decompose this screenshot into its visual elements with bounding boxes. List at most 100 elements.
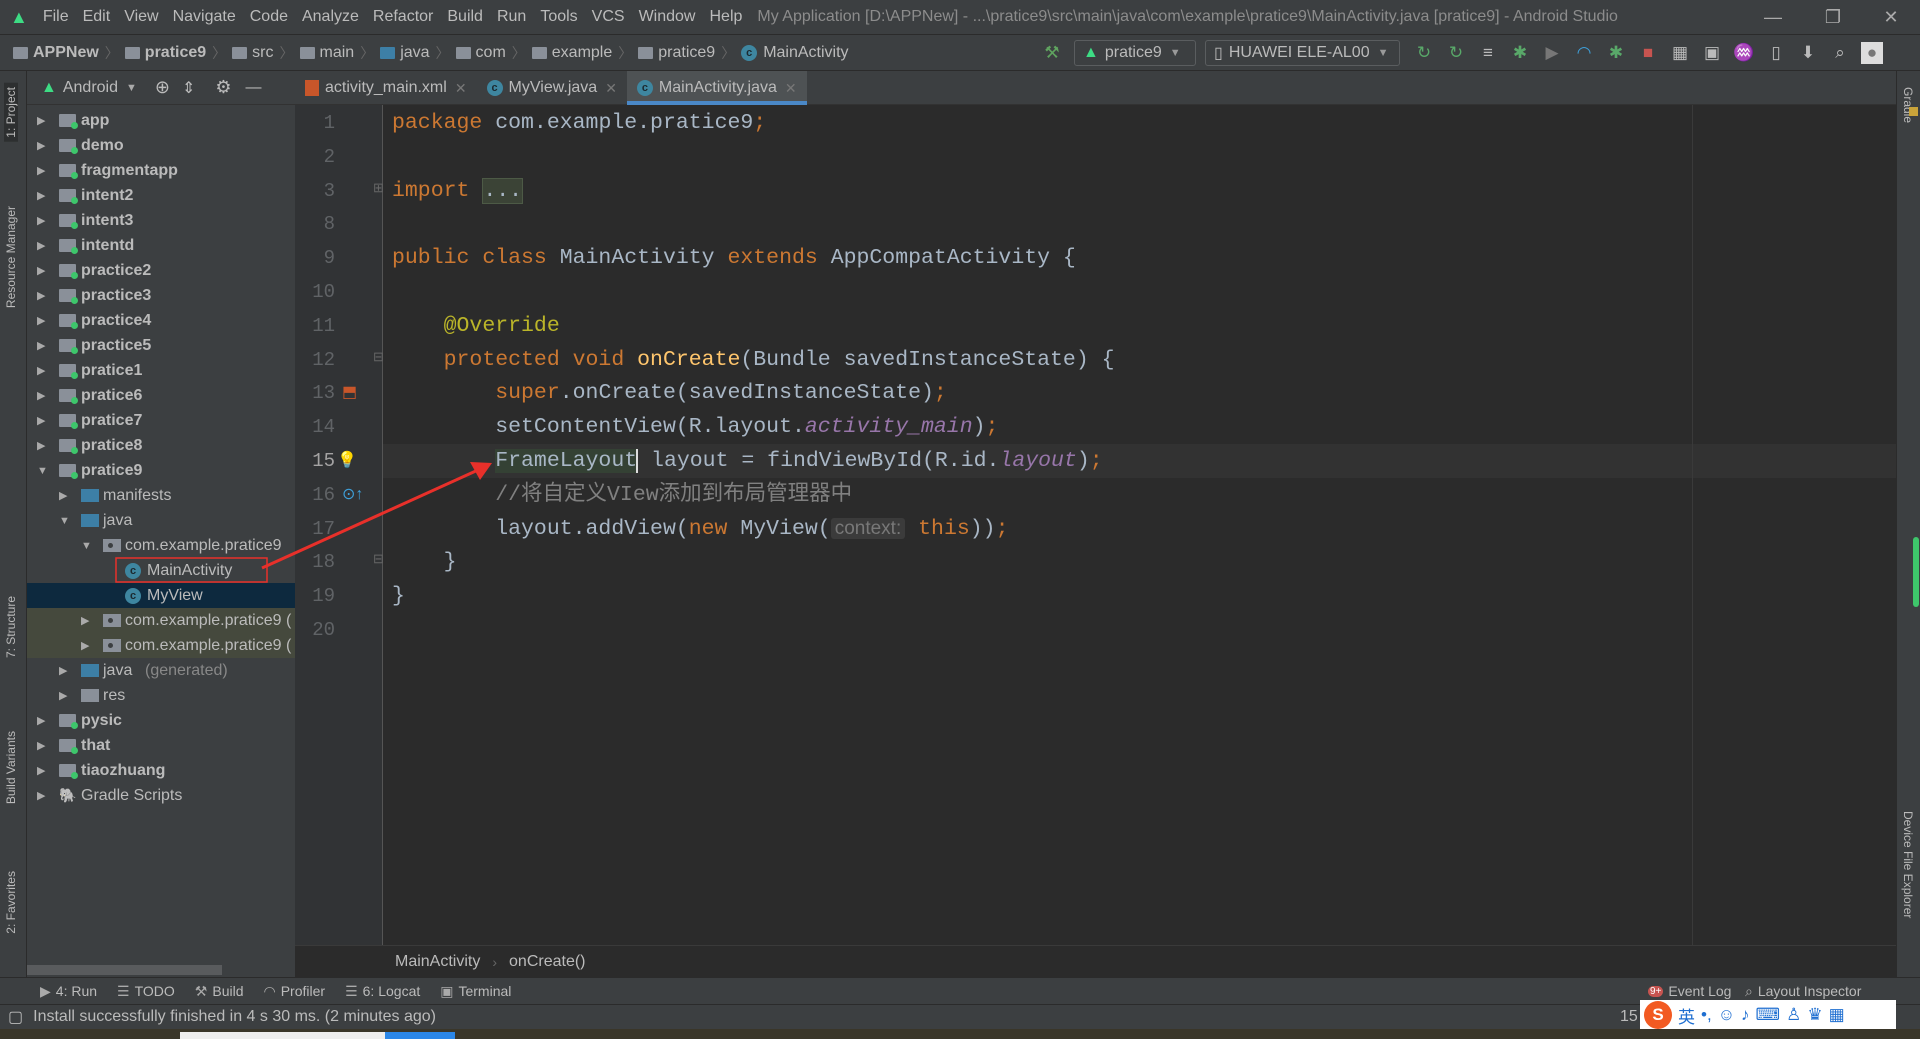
code-line[interactable]: @Override (383, 309, 1896, 343)
code-line[interactable]: import ... (383, 174, 1896, 208)
tree-item[interactable]: ▶ pratice7 (27, 408, 295, 433)
nav-crumb[interactable]: pratice9 (635, 44, 718, 62)
tool-favorites[interactable]: 2: Favorites (4, 871, 18, 934)
implemented-layout-icon[interactable]: ⬒ (342, 382, 357, 402)
tree-item[interactable]: ▶ practice3 (27, 283, 295, 308)
tree-item[interactable]: ▶ tiaozhuang (27, 758, 295, 783)
chevron-right-icon[interactable]: ▶ (37, 364, 49, 377)
account-avatar-icon[interactable]: ● (1861, 41, 1883, 64)
collapse-all-icon[interactable]: ⇕ (182, 78, 195, 98)
chevron-right-icon[interactable]: ▶ (37, 439, 49, 452)
nav-crumb[interactable]: java (377, 44, 432, 62)
tree-item[interactable]: ▶ that (27, 733, 295, 758)
logcat-tool-button[interactable]: ☰ 6: Logcat (345, 983, 420, 1000)
lightbulb-icon[interactable]: 💡 (337, 450, 357, 470)
folded-imports[interactable]: ... (482, 177, 524, 204)
tab-myview-java[interactable]: c MyView.java ✕ (477, 71, 627, 105)
project-view-dropdown[interactable]: Android (63, 79, 118, 97)
chevron-right-icon[interactable]: ▶ (37, 264, 49, 277)
event-log-button[interactable]: 9+ Event Log (1648, 983, 1731, 999)
tree-item[interactable]: c MyView (27, 583, 295, 608)
tree-item[interactable]: ▶ intent2 (27, 183, 295, 208)
tree-item[interactable]: c MainActivity (27, 558, 295, 583)
breadcrumb-method[interactable]: onCreate() (509, 953, 585, 971)
tool-build-variants[interactable]: Build Variants (4, 731, 18, 804)
nav-crumb[interactable]: com (453, 44, 509, 62)
sdk-manager-icon[interactable]: ⬇ (1797, 42, 1819, 64)
minimize-button[interactable]: — (1744, 0, 1802, 35)
chevron-right-icon[interactable]: ▶ (59, 489, 71, 502)
microphone-icon[interactable]: ♪ (1741, 1005, 1750, 1025)
chevron-right-icon[interactable]: ▶ (59, 689, 71, 702)
code-line[interactable]: FrameLayout layout = findViewById(R.id.l… (383, 444, 1896, 478)
tree-item[interactable]: ▶ app (27, 108, 295, 133)
tree-item[interactable]: ▶ pratice8 (27, 433, 295, 458)
chevron-right-icon[interactable]: ▶ (37, 789, 49, 802)
coverage-icon[interactable]: ▶ (1541, 42, 1563, 64)
punctuation-icon[interactable]: •, (1701, 1005, 1712, 1025)
chevron-right-icon[interactable]: ▶ (37, 389, 49, 402)
locate-icon[interactable]: ⊕ (155, 77, 170, 98)
tree-item[interactable]: ▶ com.example.pratice9 ( (27, 608, 295, 633)
chevron-right-icon[interactable]: ▶ (37, 114, 49, 127)
status-toggle-icon[interactable]: ▢ (8, 1007, 23, 1027)
close-button[interactable]: ✕ (1862, 0, 1920, 35)
make-project-hammer-icon[interactable]: ⚒ (1041, 42, 1063, 64)
menu-run[interactable]: Run (490, 8, 533, 26)
project-structure-icon[interactable]: ▦ (1669, 42, 1691, 64)
tree-item[interactable]: ▼ java (27, 508, 295, 533)
nav-crumb[interactable]: c MainActivity (738, 44, 851, 62)
run-config-dropdown[interactable]: ▲ pratice9 ▼ (1074, 39, 1196, 66)
code-line[interactable] (383, 140, 1896, 174)
profiler-tool-button[interactable]: ◠ Profiler (264, 983, 326, 1000)
close-tab-icon[interactable]: ✕ (605, 80, 617, 97)
avd-manager-icon[interactable]: ▣ (1701, 42, 1723, 64)
restore-button[interactable]: ❐ (1804, 0, 1862, 35)
tool-project[interactable]: 1: Project (4, 83, 18, 142)
chevron-right-icon[interactable]: ▶ (37, 139, 49, 152)
code-line[interactable]: setContentView(R.layout.activity_main); (383, 410, 1896, 444)
tree-item[interactable]: ▶ practice4 (27, 308, 295, 333)
code-line[interactable]: //将自定义VIew添加到布局管理器中 (383, 478, 1896, 512)
caret-position[interactable]: 15 (1620, 1008, 1638, 1026)
taskbar-item[interactable] (180, 1032, 385, 1039)
chevron-right-icon[interactable]: ▶ (81, 614, 93, 627)
code-line[interactable]: } (383, 545, 1896, 579)
tree-item[interactable]: ▶ pratice1 (27, 358, 295, 383)
tree-item[interactable]: ▶ practice5 (27, 333, 295, 358)
profile-icon[interactable]: ◠ (1573, 42, 1595, 64)
tab-activity_main-xml[interactable]: activity_main.xml ✕ (295, 71, 477, 105)
menu-view[interactable]: View (117, 8, 165, 26)
code-line[interactable]: layout.addView(new MyView(context: this)… (383, 512, 1896, 546)
nav-crumb[interactable]: main (297, 44, 358, 62)
device-manager-icon[interactable]: ▯ (1765, 42, 1787, 64)
chevron-right-icon[interactable]: ▶ (37, 414, 49, 427)
nav-crumb[interactable]: src (229, 44, 276, 62)
code-line[interactable] (383, 207, 1896, 241)
nav-crumb[interactable]: pratice9 (122, 44, 209, 62)
chevron-right-icon[interactable]: ▶ (37, 189, 49, 202)
code-line[interactable]: super.onCreate(savedInstanceState); (383, 376, 1896, 410)
code-editor[interactable]: package com.example.pratice9; import ... p… (383, 105, 1896, 945)
chevron-right-icon[interactable]: ▶ (37, 239, 49, 252)
build-tool-button[interactable]: ⚒ Build (195, 983, 244, 1000)
menu-navigate[interactable]: Navigate (166, 8, 243, 26)
chevron-down-icon[interactable]: ▼ (37, 465, 49, 477)
gradle-sync-icon[interactable]: ♒ (1733, 42, 1755, 64)
code-line[interactable]: package com.example.pratice9; (383, 106, 1896, 140)
menu-build[interactable]: Build (440, 8, 490, 26)
code-line[interactable]: protected void onCreate(Bundle savedInst… (383, 343, 1896, 377)
tool-structure[interactable]: 7: Structure (4, 596, 18, 658)
chevron-right-icon[interactable]: ▶ (37, 714, 49, 727)
taskbar-item-active[interactable] (385, 1032, 455, 1039)
tab-mainactivity-java[interactable]: c MainActivity.java ✕ (626, 71, 807, 105)
menu-code[interactable]: Code (243, 8, 295, 26)
tree-item[interactable]: ▶ manifests (27, 483, 295, 508)
menu-vcs[interactable]: VCS (585, 8, 632, 26)
stop-icon[interactable]: ■ (1637, 42, 1659, 64)
tree-item[interactable]: ▶ intentd (27, 233, 295, 258)
apply-code-changes-icon[interactable]: ↻ (1445, 42, 1467, 64)
close-tab-icon[interactable]: ✕ (785, 80, 797, 97)
close-tab-icon[interactable]: ✕ (455, 80, 467, 97)
todo-tool-button[interactable]: ☰ TODO (117, 983, 175, 1000)
